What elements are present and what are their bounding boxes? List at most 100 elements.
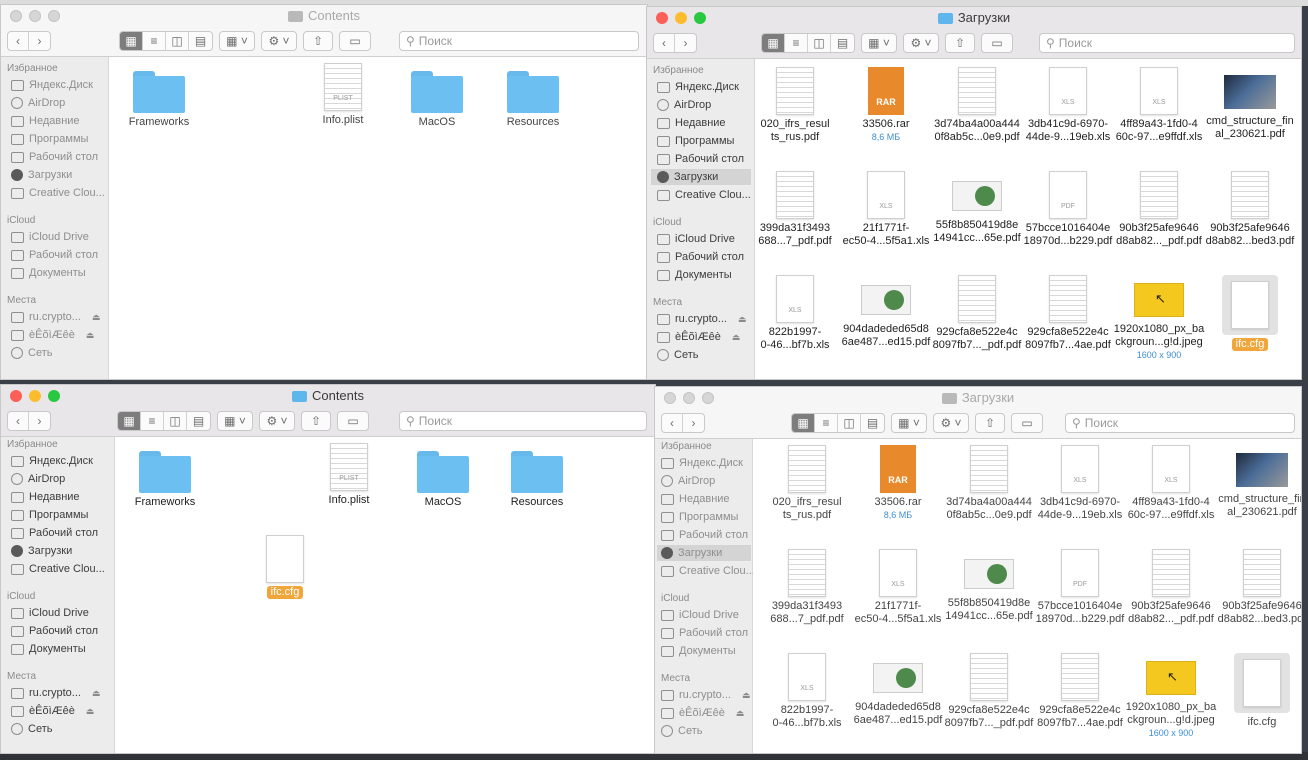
sidebar-item-recents[interactable]: Недавние bbox=[661, 493, 730, 505]
file-item[interactable]: cmd_structure_fin al_230621.pdf bbox=[1204, 67, 1296, 141]
file-item[interactable]: 929cfa8e522e4c 8097fb7...4ae.pdf bbox=[1022, 275, 1114, 352]
title-bar[interactable]: Contents bbox=[1, 385, 655, 407]
share-button[interactable]: ⇧ bbox=[975, 413, 1005, 433]
file-item[interactable]: 1920x1080_px_backgroun...g!d.jpeg 1600 x … bbox=[1125, 653, 1217, 740]
file-item[interactable]: 90b3f25afe9646 d8ab82...bed3.pdf bbox=[1204, 171, 1296, 248]
file-item[interactable]: XLS 4ff89a43-1fd0-4 60c-97...e9ffdf.xls bbox=[1113, 67, 1205, 144]
search-field[interactable]: ⚲ Поиск bbox=[399, 31, 639, 51]
file-item[interactable]: 3d74ba4a00a444 0f8ab5c...0e9.pdf bbox=[931, 67, 1023, 144]
zoom-button[interactable] bbox=[702, 392, 714, 404]
file-item[interactable]: XLS 3db41c9d-6970- 44de-9...19eb.xls bbox=[1022, 67, 1114, 144]
file-item[interactable]: 55f8b850419d8e 14941cc...65e.pdf bbox=[931, 171, 1023, 245]
title-bar[interactable]: Загрузки bbox=[647, 7, 1301, 29]
arrange-button[interactable]: ▦ ˅ bbox=[219, 31, 255, 51]
file-item[interactable]: 904dadeded65d8 6ae487...ed15.pdf bbox=[840, 275, 932, 349]
list-view-icon[interactable]: ≡ bbox=[141, 412, 164, 430]
sidebar-item-airdrop[interactable]: AirDrop bbox=[11, 97, 65, 109]
file-item-info-plist[interactable]: PLIST Info.plist bbox=[297, 63, 389, 127]
sidebar-item-icloud-drive[interactable]: iCloud Drive bbox=[11, 607, 89, 619]
minimize-button[interactable] bbox=[675, 12, 687, 24]
finder-window-contents-top[interactable]: Contents ‹ › ▦ ≡ ◫ ▤ ▦ ˅ ⚙ ˅ ⇧ ▭ ⚲ Поиск … bbox=[0, 4, 648, 380]
action-button[interactable]: ⚙ ˅ bbox=[903, 33, 939, 53]
sidebar-item-volume-2[interactable]: èÊõìÆêè ⏏ bbox=[11, 705, 94, 717]
file-item-resources[interactable]: Resources bbox=[487, 71, 579, 129]
sidebar-item-desktop[interactable]: Рабочий стол bbox=[661, 529, 748, 541]
file-item-macos[interactable]: MacOS bbox=[397, 451, 489, 509]
file-item[interactable]: 904dadeded65d8 6ae487...ed15.pdf bbox=[852, 653, 944, 727]
search-field[interactable]: ⚲ Поиск bbox=[1039, 33, 1295, 53]
icon-view-icon[interactable]: ▦ bbox=[792, 414, 815, 432]
file-item[interactable]: XLS 21f1771f-ec50-4...5f5a1.xls bbox=[840, 171, 932, 248]
file-item[interactable]: PDF 57bcce1016404e 18970d...b229.pdf bbox=[1022, 171, 1114, 248]
sidebar-item-recents[interactable]: Недавние bbox=[11, 491, 80, 503]
sidebar-item-network[interactable]: Сеть bbox=[11, 723, 52, 735]
sidebar-item-documents[interactable]: Документы bbox=[657, 269, 732, 281]
arrange-button[interactable]: ▦ ˅ bbox=[891, 413, 927, 433]
close-button[interactable] bbox=[10, 390, 22, 402]
file-item[interactable]: XLS 822b1997- 0-46...bf7b.xls bbox=[761, 653, 853, 730]
tag-button[interactable]: ▭ bbox=[1011, 413, 1043, 433]
file-area[interactable]: 020_ifrs_resul ts_rus.pdf RAR 33506.rar 8,6 … bbox=[755, 59, 1301, 379]
back-button[interactable]: ‹ bbox=[8, 32, 30, 50]
eject-icon[interactable]: ⏏ bbox=[86, 330, 95, 341]
file-item[interactable]: 90b3f25afe9646 d8ab82...bed3.pdf bbox=[1216, 549, 1301, 626]
eject-icon[interactable]: ⏏ bbox=[736, 708, 745, 719]
file-item-frameworks[interactable]: Frameworks bbox=[113, 71, 205, 129]
sidebar-item-recents[interactable]: Недавние bbox=[657, 117, 726, 129]
close-button[interactable] bbox=[664, 392, 676, 404]
sidebar-item-icloud-drive[interactable]: iCloud Drive bbox=[661, 609, 739, 621]
forward-button[interactable]: › bbox=[29, 412, 50, 430]
file-item[interactable]: 1920x1080_px_backgroun...g!d.jpeg 1600 x … bbox=[1113, 275, 1205, 362]
sidebar-item-icloud-desktop[interactable]: Рабочий стол bbox=[11, 249, 98, 261]
file-item[interactable]: cmd_structure_fin al_230621.pdf bbox=[1216, 445, 1301, 519]
file-item[interactable]: 399da31f3493 688...7_pdf.pdf bbox=[761, 549, 853, 626]
back-button[interactable]: ‹ bbox=[8, 412, 30, 430]
sidebar-item-desktop[interactable]: Рабочий стол bbox=[657, 153, 744, 165]
file-item[interactable]: ifc.cfg bbox=[1216, 653, 1301, 729]
file-item[interactable]: 929cfa8e522e4c 8097fb7..._pdf.pdf bbox=[931, 275, 1023, 352]
eject-icon[interactable]: ⏏ bbox=[86, 706, 95, 717]
sidebar-item-volume-crypto[interactable]: ru.crypto... ⏏ bbox=[657, 313, 746, 325]
finder-window-contents-bottom[interactable]: Contents ‹ › ▦ ≡ ◫ ▤ ▦ ˅ ⚙ ˅ ⇧ ▭ ⚲ Поиск … bbox=[0, 384, 656, 754]
file-item-resources[interactable]: Resources bbox=[491, 451, 583, 509]
sidebar-item-icloud-drive[interactable]: iCloud Drive bbox=[11, 231, 89, 243]
eject-icon[interactable]: ⏏ bbox=[732, 332, 741, 343]
sidebar-item-creative-cloud[interactable]: Creative Clou... bbox=[657, 189, 751, 201]
icon-view-icon[interactable]: ▦ bbox=[762, 34, 785, 52]
sidebar-item-airdrop[interactable]: AirDrop bbox=[661, 475, 715, 487]
finder-window-downloads-top[interactable]: Загрузки ‹ › ▦ ≡ ◫ ▤ ▦ ˅ ⚙ ˅ ⇧ ▭ ⚲ Поиск … bbox=[646, 6, 1302, 380]
file-item-macos[interactable]: MacOS bbox=[391, 71, 483, 129]
sidebar-item-creative-cloud[interactable]: Creative Clou... bbox=[11, 187, 105, 199]
file-item[interactable]: XLS 3db41c9d-6970- 44de-9...19eb.xls bbox=[1034, 445, 1126, 522]
file-item[interactable]: 929cfa8e522e4c 8097fb7...4ae.pdf bbox=[1034, 653, 1126, 730]
file-area[interactable]: 020_ifrs_resul ts_rus.pdf RAR 33506.rar 8,6 … bbox=[753, 439, 1301, 753]
sidebar-item-yandex-disk[interactable]: Яндекс.Диск bbox=[11, 79, 93, 91]
close-button[interactable] bbox=[656, 12, 668, 24]
sidebar-item-airdrop[interactable]: AirDrop bbox=[11, 473, 65, 485]
file-item[interactable]: 020_ifrs_resul ts_rus.pdf bbox=[761, 445, 853, 522]
sidebar-item-volume-2[interactable]: èÊõìÆêè ⏏ bbox=[657, 331, 740, 343]
file-item[interactable]: XLS 4ff89a43-1fd0-4 60c-97...e9ffdf.xls bbox=[1125, 445, 1217, 522]
sidebar-item-downloads[interactable]: Загрузки bbox=[11, 545, 72, 557]
file-item[interactable]: 929cfa8e522e4c 8097fb7..._pdf.pdf bbox=[943, 653, 1035, 730]
sidebar-item-downloads[interactable]: Загрузки bbox=[651, 169, 751, 185]
search-field[interactable]: ⚲ Поиск bbox=[399, 411, 647, 431]
file-item[interactable]: XLS 822b1997- 0-46...bf7b.xls bbox=[749, 275, 841, 352]
column-view-icon[interactable]: ◫ bbox=[838, 414, 861, 432]
zoom-button[interactable] bbox=[694, 12, 706, 24]
list-view-icon[interactable]: ≡ bbox=[815, 414, 838, 432]
arrange-button[interactable]: ▦ ˅ bbox=[861, 33, 897, 53]
search-field[interactable]: ⚲ Поиск bbox=[1065, 413, 1295, 433]
sidebar-item-airdrop[interactable]: AirDrop bbox=[657, 99, 711, 111]
minimize-button[interactable] bbox=[683, 392, 695, 404]
file-item[interactable]: 3d74ba4a00a444 0f8ab5c...0e9.pdf bbox=[943, 445, 1035, 522]
sidebar-item-volume-crypto[interactable]: ru.crypto... ⏏ bbox=[11, 687, 100, 699]
file-item[interactable]: 90b3f25afe9646 d8ab82..._pdf.pdf bbox=[1113, 171, 1205, 248]
close-button[interactable] bbox=[10, 10, 22, 22]
sidebar-item-volume-crypto[interactable]: ru.crypto... ⏏ bbox=[11, 311, 100, 323]
file-area[interactable]: Frameworks PLIST Info.plist MacOS Resourc… bbox=[109, 57, 647, 379]
forward-button[interactable]: › bbox=[683, 414, 704, 432]
forward-button[interactable]: › bbox=[29, 32, 50, 50]
action-button[interactable]: ⚙ ˅ bbox=[933, 413, 969, 433]
eject-icon[interactable]: ⏏ bbox=[92, 312, 101, 323]
